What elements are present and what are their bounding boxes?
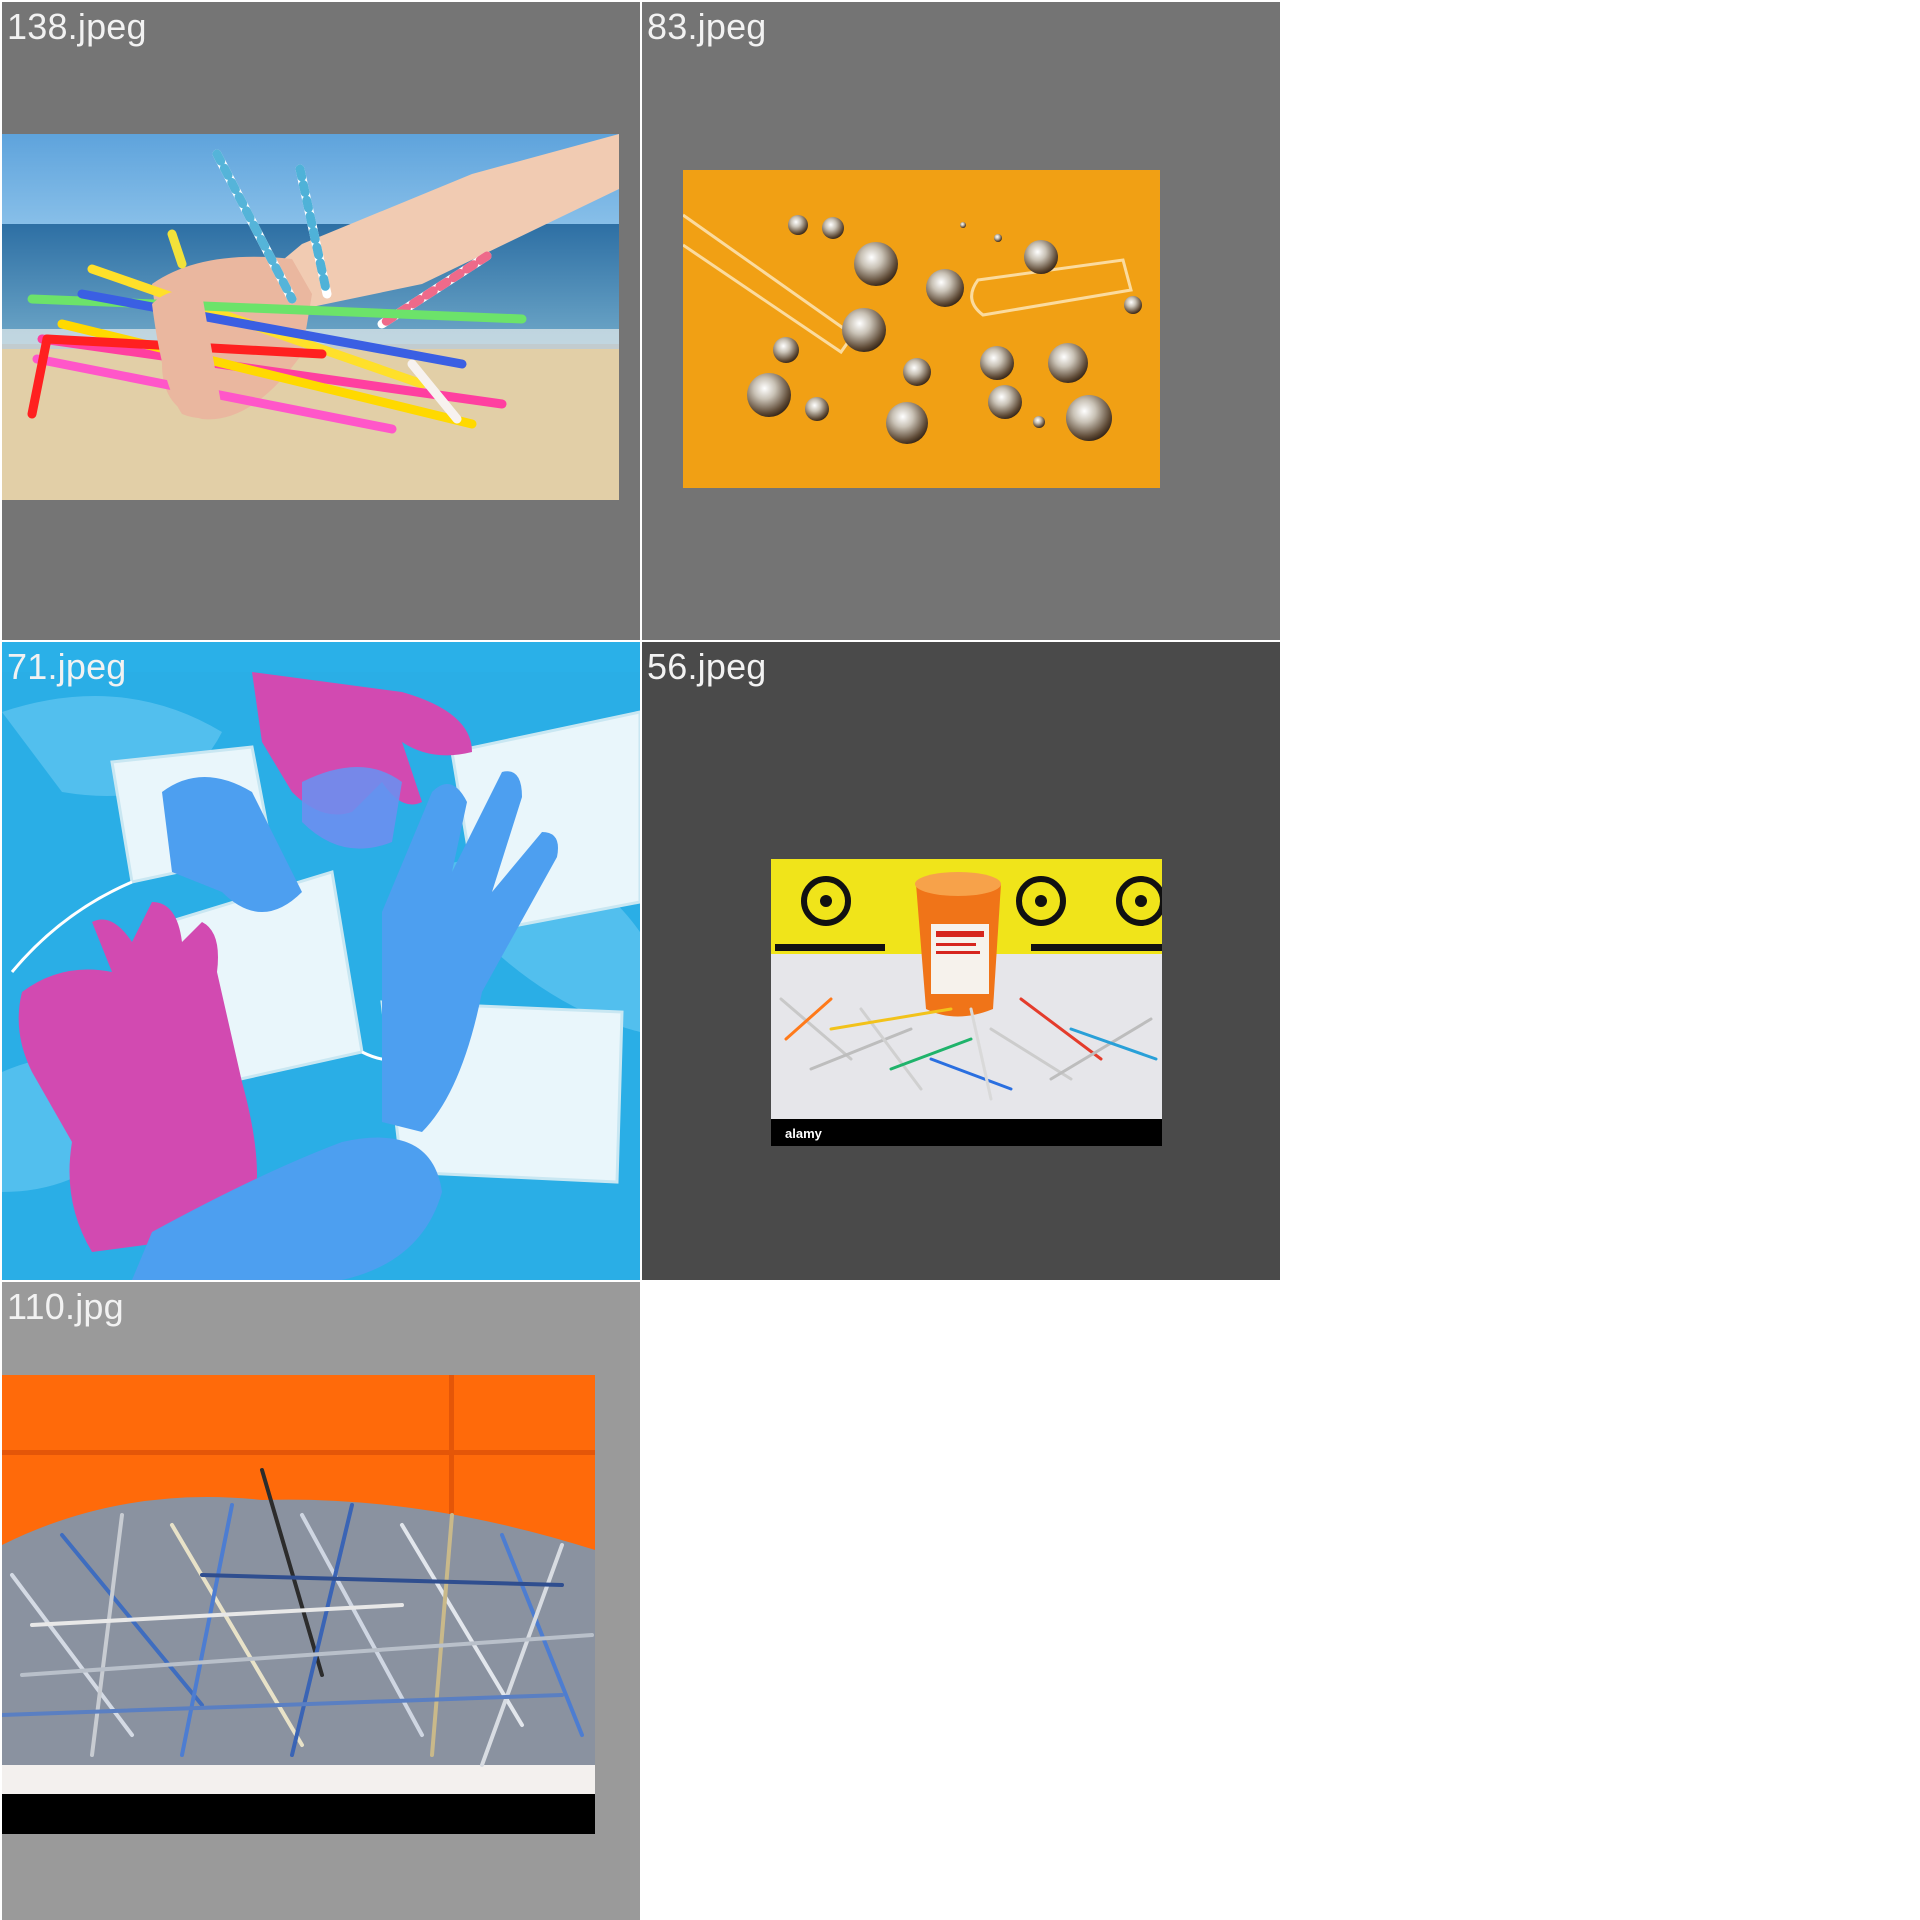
file-name-label: 83.jpeg [647,6,767,47]
file-name-label: 110.jpg [7,1286,124,1327]
watermark-text: alamy [785,1126,823,1141]
thumbnail-image [2,672,640,1280]
thumbnail-image [683,170,1160,488]
gallery-tile-138[interactable]: 138.jpeg [2,2,640,640]
image-gallery-grid: 138.jpeg 83.jpeg 71.jpeg 56.jpeg alamy 1… [0,0,1280,1920]
file-name-label: 138.jpeg [7,6,147,47]
thumbnail-image: alamy [771,859,1162,1146]
thumbnail-image [2,134,619,500]
gallery-tile-56[interactable]: 56.jpeg alamy [642,642,1280,1280]
gallery-tile-83[interactable]: 83.jpeg [642,2,1280,640]
gallery-tile-110[interactable]: 110.jpg [2,1282,640,1920]
thumbnail-image [2,1375,595,1834]
file-name-label: 71.jpeg [7,646,127,687]
gallery-tile-71[interactable]: 71.jpeg [2,642,640,1280]
file-name-label: 56.jpeg [647,646,767,687]
